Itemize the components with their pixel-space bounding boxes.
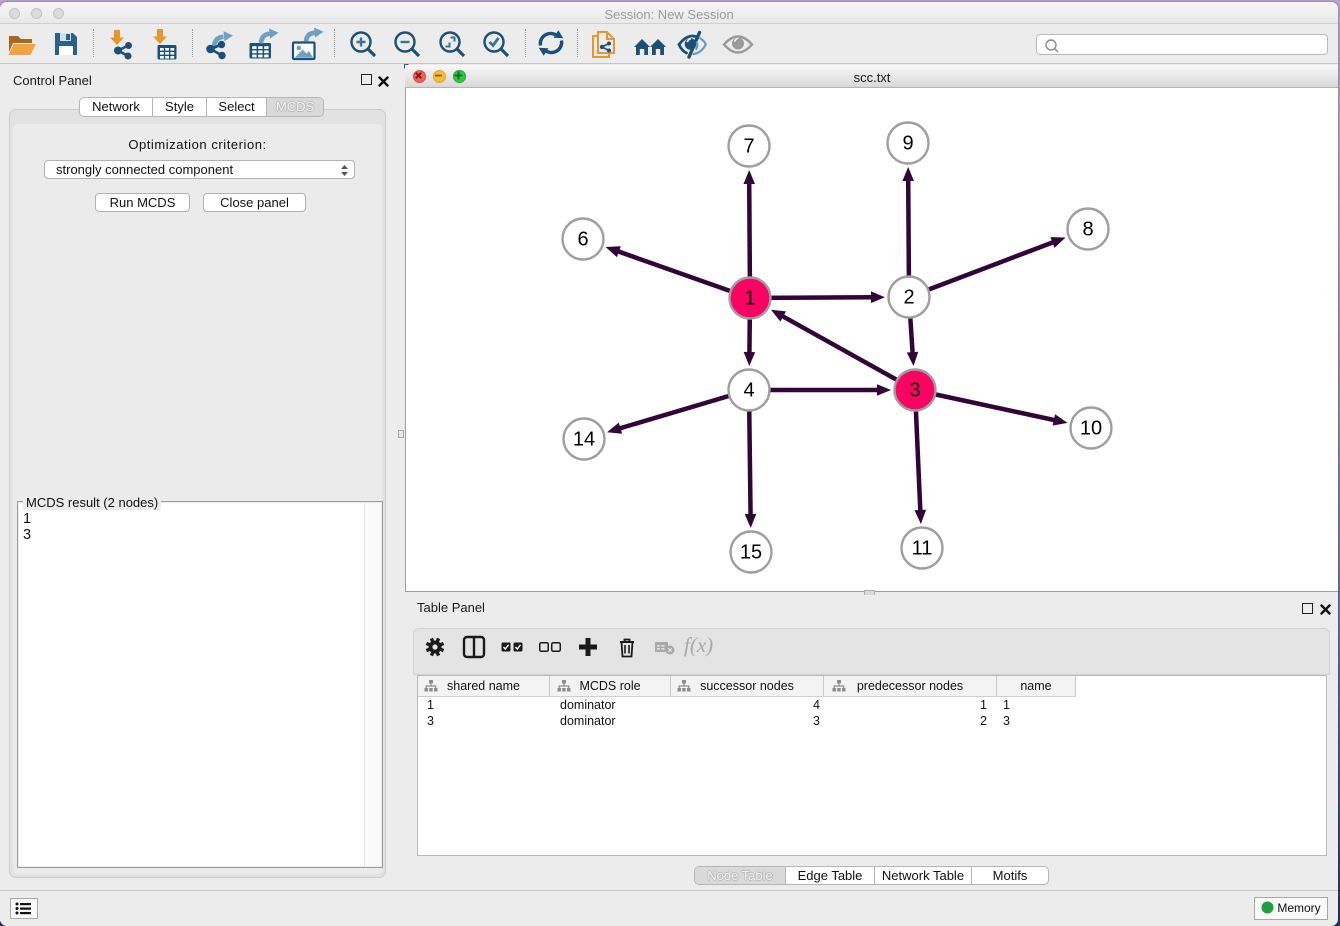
svg-text:15: 15 <box>740 542 762 564</box>
svg-text:11: 11 <box>912 538 933 560</box>
svg-text:6: 6 <box>577 229 588 251</box>
svg-text:2: 2 <box>903 287 914 309</box>
svg-text:4: 4 <box>743 380 754 402</box>
svg-text:7: 7 <box>743 136 754 158</box>
svg-text:10: 10 <box>1080 418 1102 440</box>
svg-text:14: 14 <box>573 429 595 451</box>
svg-text:1: 1 <box>744 288 755 310</box>
svg-text:8: 8 <box>1082 219 1093 241</box>
svg-text:3: 3 <box>909 380 920 402</box>
svg-text:9: 9 <box>902 133 913 155</box>
